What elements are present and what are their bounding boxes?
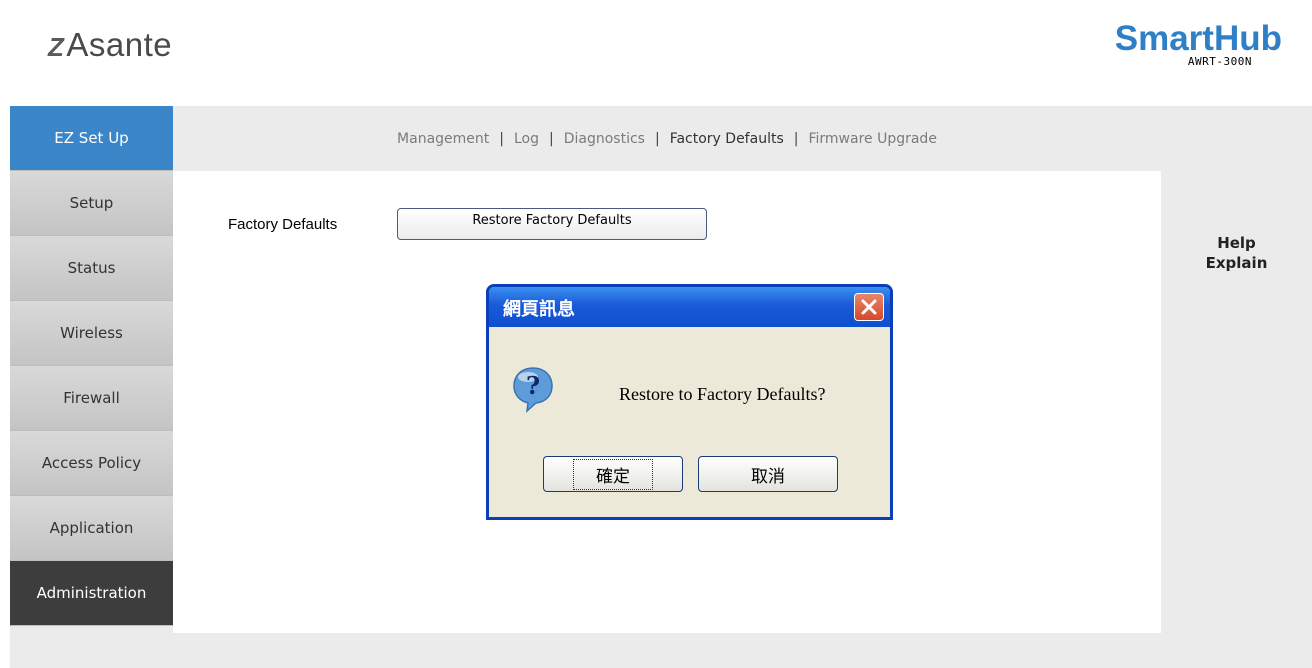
dialog-titlebar[interactable]: 網頁訊息: [489, 287, 890, 327]
restore-factory-defaults-button[interactable]: Restore Factory Defaults: [397, 208, 707, 240]
ok-button[interactable]: 確定: [543, 456, 683, 492]
tab-separator: |: [549, 130, 554, 147]
dialog-title: 網頁訊息: [503, 299, 575, 320]
tab-separator: |: [499, 130, 504, 147]
tab-diagnostics[interactable]: Diagnostics: [564, 131, 645, 147]
cancel-button[interactable]: 取消: [698, 456, 838, 492]
tab-separator: |: [793, 130, 799, 147]
asante-logo-icon: Ζ: [48, 32, 65, 62]
smarthub-logo: SmartHub AWRT-300N: [1114, 19, 1282, 69]
product-name: SmartHub: [1114, 19, 1282, 58]
sidebar: EZ Set Up Setup Status Wireless Firewall…: [10, 106, 173, 626]
sidebar-item-access-policy[interactable]: Access Policy: [10, 431, 173, 496]
sidebar-item-administration[interactable]: Administration: [10, 561, 173, 626]
brand-name: Asante: [66, 26, 173, 63]
dialog-close-button[interactable]: [854, 293, 884, 321]
admin-tabs: Management | Log | Diagnostics | Factory…: [173, 106, 1161, 171]
tab-factory-defaults[interactable]: Factory Defaults: [670, 131, 784, 147]
tab-separator: |: [654, 130, 660, 147]
tab-management[interactable]: Management: [397, 131, 489, 147]
sidebar-item-status[interactable]: Status: [10, 236, 173, 301]
question-icon: ?: [513, 367, 553, 413]
sidebar-item-application[interactable]: Application: [10, 496, 173, 561]
confirm-dialog: 網頁訊息 ? Restore to Factory Defaults? 確定 取…: [486, 284, 893, 520]
sidebar-item-firewall[interactable]: Firewall: [10, 366, 173, 431]
close-icon: [861, 299, 877, 315]
asante-logo: ΖAsante: [48, 26, 172, 64]
explain-label: Explain: [1205, 254, 1268, 272]
help-label: Help: [1217, 234, 1256, 252]
page-header: ΖAsante SmartHub AWRT-300N: [0, 0, 1312, 106]
ok-button-label: 確定: [573, 458, 653, 490]
tab-log[interactable]: Log: [514, 131, 539, 147]
sidebar-item-wireless[interactable]: Wireless: [10, 301, 173, 366]
help-panel[interactable]: Help Explain: [1161, 233, 1312, 273]
factory-defaults-label: Factory Defaults: [228, 216, 338, 233]
svg-text:?: ?: [526, 371, 540, 400]
tab-firmware-upgrade[interactable]: Firmware Upgrade: [808, 131, 936, 147]
sidebar-item-setup[interactable]: Setup: [10, 171, 173, 236]
sidebar-item-ez-setup[interactable]: EZ Set Up: [10, 106, 173, 171]
dialog-message: Restore to Factory Defaults?: [619, 384, 826, 404]
